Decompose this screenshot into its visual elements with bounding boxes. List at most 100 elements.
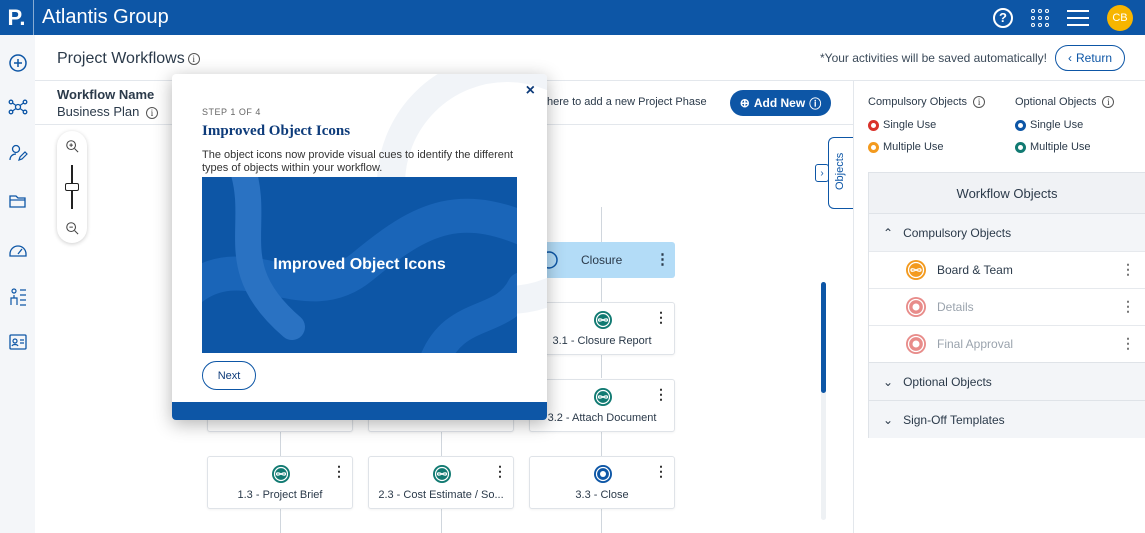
section-label: Sign-Off Templates xyxy=(903,412,1005,427)
legend-single-optional: Single Use xyxy=(1015,119,1083,131)
legend-optional-heading: Optional Objects i xyxy=(1015,96,1115,109)
connector-line xyxy=(601,509,602,533)
legend-multiple-compulsory: Multiple Use xyxy=(868,141,944,153)
card-label: 3.1 - Closure Report xyxy=(552,335,652,347)
connector-line xyxy=(601,432,602,456)
tour-description: The object icons now provide visual cues… xyxy=(202,149,514,175)
zoom-out-icon[interactable] xyxy=(63,219,81,237)
kebab-menu-icon[interactable]: ⋮ xyxy=(1121,261,1135,278)
hamburger-menu-icon[interactable] xyxy=(1067,9,1089,26)
chevron-up-icon: ⌃ xyxy=(883,225,894,240)
zoom-in-icon[interactable] xyxy=(63,137,81,155)
kebab-menu-icon[interactable]: ⋮ xyxy=(654,386,668,403)
object-item-label: Final Approval xyxy=(937,337,1014,351)
page-title: Project Workflows i xyxy=(57,50,200,68)
legend-multiple-optional: Multiple Use xyxy=(1015,141,1091,153)
network-icon[interactable] xyxy=(8,97,28,117)
chevron-down-icon: ⌄ xyxy=(883,374,894,389)
return-button[interactable]: ‹ Return xyxy=(1055,45,1125,71)
info-icon[interactable]: i xyxy=(146,106,159,119)
next-button[interactable]: Next xyxy=(202,361,256,390)
info-icon[interactable]: i xyxy=(1102,96,1115,109)
info-icon: ⓘ xyxy=(809,96,822,111)
help-icon[interactable]: ? xyxy=(993,7,1013,28)
single-use-icon xyxy=(906,297,926,317)
left-nav-rail xyxy=(0,35,35,533)
chevron-left-icon: ‹ xyxy=(1067,51,1072,65)
user-avatar[interactable]: CB xyxy=(1107,4,1133,31)
multiple-use-icon xyxy=(906,260,926,280)
legend-compulsory-heading: Compulsory Objects i xyxy=(868,96,986,109)
kebab-menu-icon[interactable]: ⋮ xyxy=(654,309,668,326)
phase-card-closure[interactable]: Closure ⋮ xyxy=(529,242,675,278)
object-item-board-team[interactable]: Board & Team ⋮ xyxy=(869,251,1145,288)
single-use-icon xyxy=(1015,119,1026,131)
add-new-label: Add New xyxy=(753,96,806,110)
folder-icon[interactable] xyxy=(8,191,28,211)
close-icon[interactable]: × xyxy=(526,82,535,100)
info-icon[interactable]: i xyxy=(187,52,200,65)
modal-footer-bar xyxy=(172,402,547,420)
single-use-icon xyxy=(906,334,926,354)
id-card-icon[interactable] xyxy=(8,332,28,352)
workflow-name-text: Business Plan xyxy=(57,104,140,119)
feature-tour-modal: × STEP 1 OF 4 Improved Object Icons The … xyxy=(172,74,547,420)
workflow-object-card[interactable]: 3.1 - Closure Report ⋮ xyxy=(529,302,675,355)
object-item-details[interactable]: Details ⋮ xyxy=(869,288,1145,325)
add-phase-hint: here to add a new Project Phase xyxy=(547,96,707,108)
card-label: 3.3 - Close xyxy=(575,489,629,501)
tour-illustration: Improved Object Icons xyxy=(202,177,517,353)
workflow-object-card[interactable]: 1.3 - Project Brief ⋮ xyxy=(207,456,353,509)
legend-optional-text: Optional Objects xyxy=(1015,96,1097,108)
workflow-objects-title: Workflow Objects xyxy=(869,173,1145,213)
app-logo[interactable]: P. xyxy=(0,0,34,35)
legend-single-compulsory: Single Use xyxy=(868,119,936,131)
multiple-use-icon xyxy=(868,141,879,153)
kebab-menu-icon[interactable]: ⋮ xyxy=(1121,298,1135,315)
kebab-menu-icon[interactable]: ⋮ xyxy=(1121,335,1135,352)
multiple-use-icon xyxy=(594,311,612,329)
optional-objects-section[interactable]: ⌄ Optional Objects xyxy=(869,362,1145,400)
legend-label: Single Use xyxy=(1030,119,1084,131)
right-panel-divider xyxy=(853,81,854,533)
chevron-down-icon: ⌄ xyxy=(883,412,894,427)
card-label: 1.3 - Project Brief xyxy=(237,489,323,501)
apps-grid-icon[interactable] xyxy=(1031,8,1049,27)
single-use-icon xyxy=(868,119,879,131)
legend-label: Single Use xyxy=(883,119,937,131)
org-chart-icon[interactable] xyxy=(8,287,28,307)
section-label: Compulsory Objects xyxy=(903,225,1012,240)
add-new-button[interactable]: ⊕ Add New ⓘ xyxy=(730,90,831,116)
section-label: Optional Objects xyxy=(903,374,992,389)
connector-line xyxy=(601,207,602,242)
legend-label: Multiple Use xyxy=(883,141,944,153)
workflow-object-card[interactable]: 2.3 - Cost Estimate / So... ⋮ xyxy=(368,456,514,509)
plus-circle-icon: ⊕ xyxy=(739,96,750,110)
phase-label: Closure xyxy=(581,253,623,267)
sign-off-templates-section[interactable]: ⌄ Sign-Off Templates xyxy=(869,400,1145,438)
connector-line xyxy=(601,278,602,302)
zoom-slider-thumb[interactable] xyxy=(65,183,79,191)
kebab-menu-icon[interactable]: ⋮ xyxy=(654,463,668,480)
tour-title: Improved Object Icons xyxy=(202,123,351,139)
return-label: Return xyxy=(1075,51,1113,65)
objects-tab-label: Objects xyxy=(834,152,846,190)
kebab-menu-icon[interactable]: ⋮ xyxy=(655,250,670,268)
chevron-right-icon[interactable]: › xyxy=(815,164,829,182)
kebab-menu-icon[interactable]: ⋮ xyxy=(332,463,346,480)
edit-user-icon[interactable] xyxy=(8,143,28,163)
add-icon[interactable] xyxy=(8,53,28,73)
illustration-text: Improved Object Icons xyxy=(273,256,446,273)
legend-compulsory-text: Compulsory Objects xyxy=(868,96,968,108)
object-item-label: Board & Team xyxy=(937,263,1013,277)
info-icon[interactable]: i xyxy=(973,96,986,109)
objects-panel-tab[interactable]: Objects xyxy=(828,137,854,209)
object-item-final-approval[interactable]: Final Approval ⋮ xyxy=(869,325,1145,362)
workflow-object-card[interactable]: 3.2 - Attach Document ⋮ xyxy=(529,379,675,432)
canvas-scrollbar-thumb[interactable] xyxy=(821,282,826,393)
workflow-object-card[interactable]: 3.3 - Close ⋮ xyxy=(529,456,675,509)
single-use-icon xyxy=(594,465,612,483)
kebab-menu-icon[interactable]: ⋮ xyxy=(493,463,507,480)
dashboard-icon[interactable] xyxy=(8,240,28,260)
compulsory-objects-section[interactable]: ⌃ Compulsory Objects xyxy=(869,213,1145,251)
